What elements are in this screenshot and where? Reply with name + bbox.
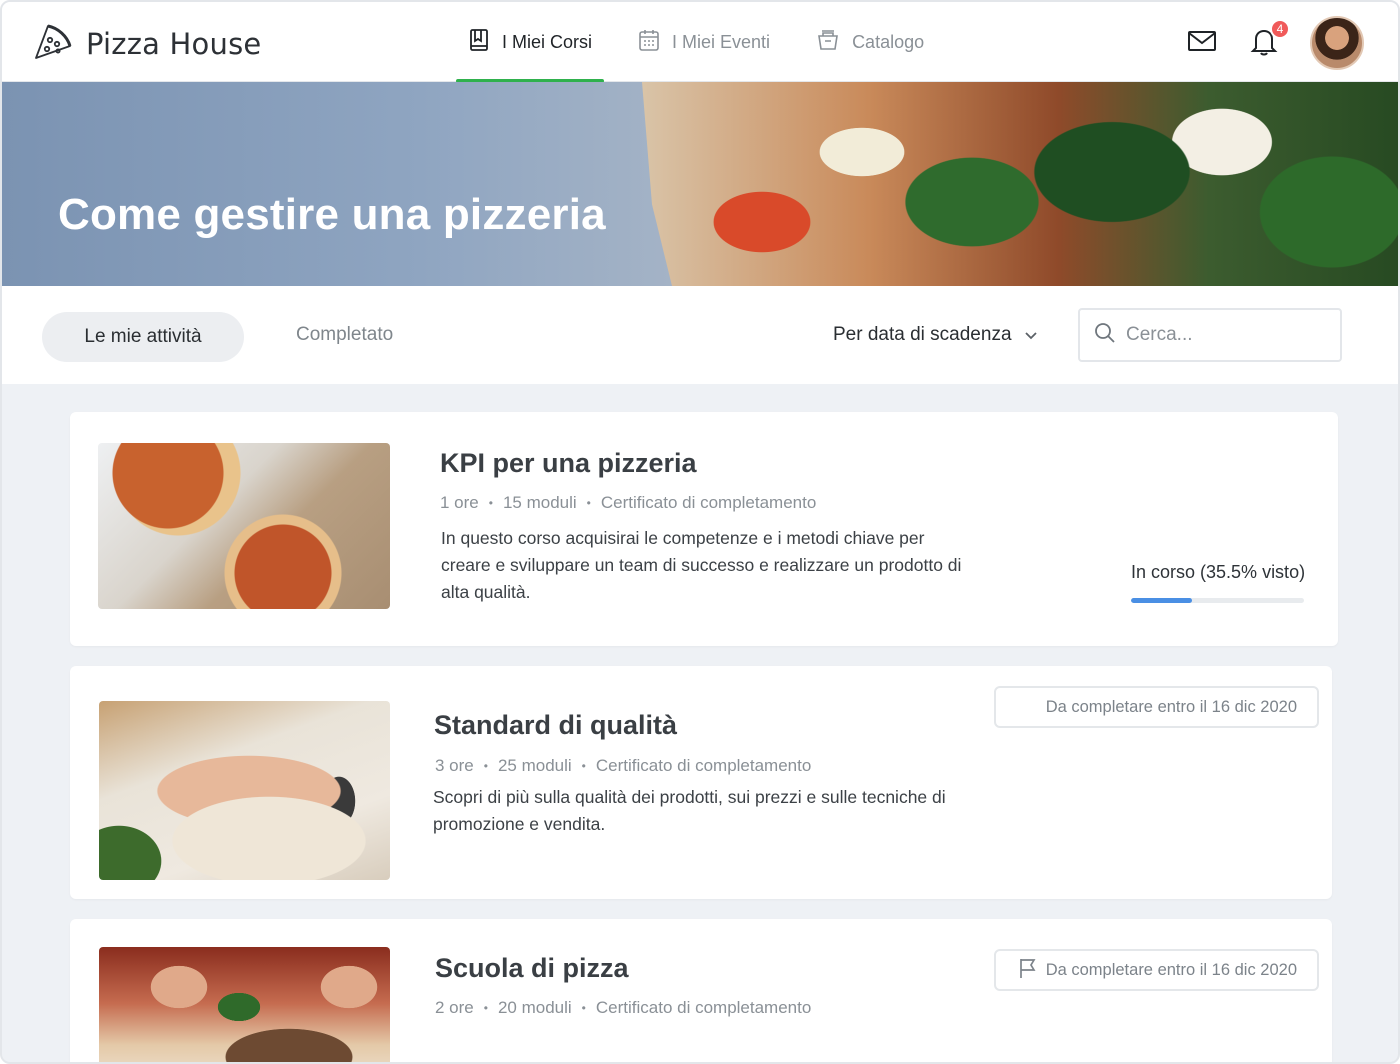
notification-count-badge: 4 xyxy=(1270,19,1290,39)
course-hero-banner: Come gestire una pizzeria xyxy=(2,82,1398,286)
brand[interactable]: Pizza House xyxy=(32,20,261,67)
user-avatar[interactable] xyxy=(1310,16,1364,70)
course-title: Scuola di pizza xyxy=(435,953,629,983)
course-modules: 15 moduli xyxy=(502,493,577,512)
brand-name: Pizza House xyxy=(86,26,262,61)
due-date-label: Da completare entro il 16 dic 2020 xyxy=(1045,960,1297,979)
due-date-badge: Da completare entro il 16 dic 2020 xyxy=(994,949,1319,991)
course-description: Scopri di più sulla qualità dei prodotti… xyxy=(433,787,946,834)
course-thumbnail xyxy=(99,947,390,1062)
progress-status: In corso (35.5% visto) xyxy=(1131,562,1306,582)
page-title: Come gestire una pizzeria xyxy=(58,190,606,239)
book-icon xyxy=(468,28,490,57)
course-description: In questo corso acquisirai le competenze… xyxy=(441,528,962,602)
nav-my-courses-label: I Miei Corsi xyxy=(502,31,593,52)
course-duration: 1 ore xyxy=(440,493,479,512)
nav-my-courses[interactable]: I Miei Corsi xyxy=(454,2,606,83)
nav-my-events-label: I Miei Eventi xyxy=(672,31,771,52)
pizza-slice-icon xyxy=(32,20,74,67)
tab-my-activities[interactable]: Le mie attività xyxy=(42,312,244,362)
top-navigation-bar: Pizza House I Miei Corsi I Miei Eventi C… xyxy=(2,2,1398,83)
mail-icon xyxy=(1187,29,1217,58)
search-icon xyxy=(1094,322,1116,349)
course-duration: 2 ore xyxy=(435,998,474,1017)
header-actions: 4 xyxy=(1186,16,1364,70)
nav-my-events[interactable]: I Miei Eventi xyxy=(624,2,784,82)
course-certificate: Certificato di completamento xyxy=(595,756,812,775)
due-date-label: Da completare entro il 16 dic 2020 xyxy=(1045,697,1297,716)
course-thumbnail xyxy=(99,701,390,880)
course-title: KPI per una pizzeria xyxy=(440,448,697,478)
search-field[interactable] xyxy=(1078,308,1342,362)
course-duration: 3 ore xyxy=(435,756,474,775)
course-modules: 20 moduli xyxy=(497,998,572,1017)
flag-icon xyxy=(1018,957,1038,984)
course-certificate: Certificato di completamento xyxy=(600,493,817,512)
due-date-badge: Da completare entro il 16 dic 2020 xyxy=(994,686,1319,728)
calendar-icon xyxy=(638,28,660,57)
course-modules: 25 moduli xyxy=(497,756,572,775)
progress-bar-fill xyxy=(1131,598,1193,603)
course-card[interactable]: Standard di qualità 3 ore • 25 moduli • … xyxy=(70,666,1332,899)
filter-bar: Le mie attività Completato Per data di s… xyxy=(2,286,1398,384)
course-meta: 1 ore • 15 moduli • Certificato di compl… xyxy=(440,493,817,512)
nav-catalog[interactable]: Catalogo xyxy=(802,2,938,82)
course-meta: 2 ore • 20 moduli • Certificato di compl… xyxy=(435,998,812,1017)
course-title: Standard di qualità xyxy=(434,710,678,740)
course-card[interactable]: KPI per una pizzeria 1 ore • 15 moduli •… xyxy=(70,412,1338,646)
nav-catalog-label: Catalogo xyxy=(852,31,925,52)
basket-icon xyxy=(816,28,840,57)
course-meta: 3 ore • 25 moduli • Certificato di compl… xyxy=(435,756,812,775)
chevron-down-icon xyxy=(1024,324,1038,346)
sort-label: Per data di scadenza xyxy=(833,324,1012,345)
main-nav: I Miei Corsi I Miei Eventi Catalogo xyxy=(454,2,956,83)
course-thumbnail xyxy=(98,443,390,609)
sort-dropdown[interactable]: Per data di scadenza xyxy=(833,324,1038,346)
tab-completed[interactable]: Completato xyxy=(296,324,393,346)
messages-button[interactable] xyxy=(1186,27,1218,59)
course-certificate: Certificato di completamento xyxy=(595,998,812,1017)
notifications-button[interactable]: 4 xyxy=(1248,19,1290,59)
pizza-hero-image xyxy=(642,82,1398,286)
progress-bar xyxy=(1131,598,1304,603)
app-frame: Pizza House I Miei Corsi I Miei Eventi C… xyxy=(0,0,1400,1064)
search-input[interactable] xyxy=(1126,324,1326,346)
course-card[interactable]: Scuola di pizza 2 ore • 20 moduli • Cert… xyxy=(70,919,1332,1062)
